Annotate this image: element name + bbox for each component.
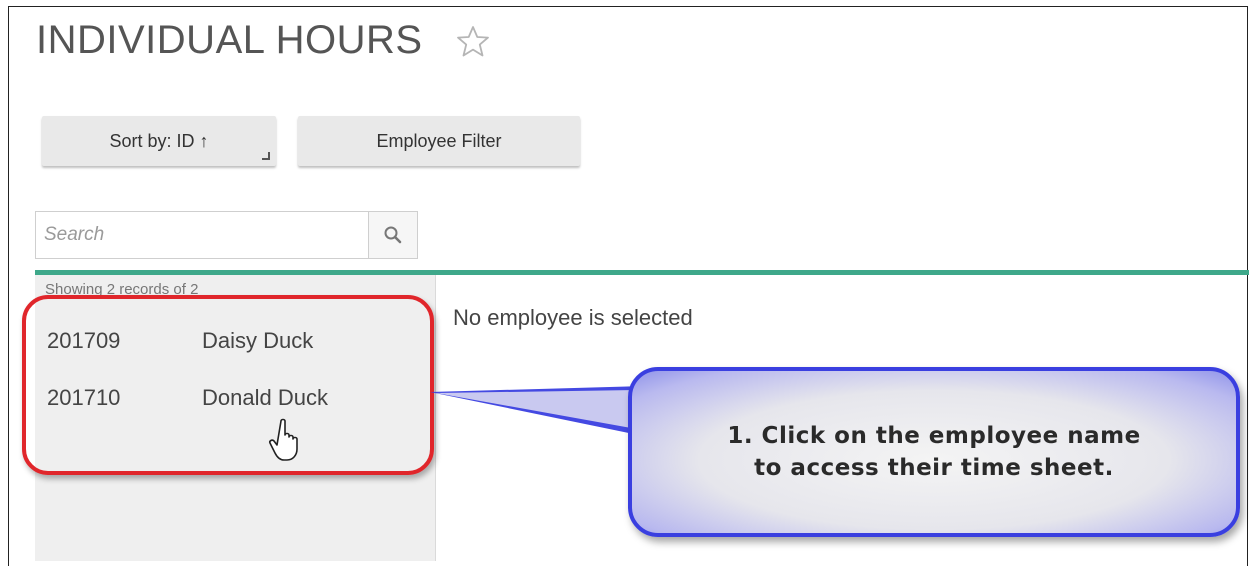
callout-line-2: to access their time sheet. [754,455,1114,481]
instruction-callout: 1. Click on the employee name to access … [628,367,1240,537]
hand-cursor-icon [269,418,298,461]
callout-line-1: 1. Click on the employee name [727,422,1141,449]
